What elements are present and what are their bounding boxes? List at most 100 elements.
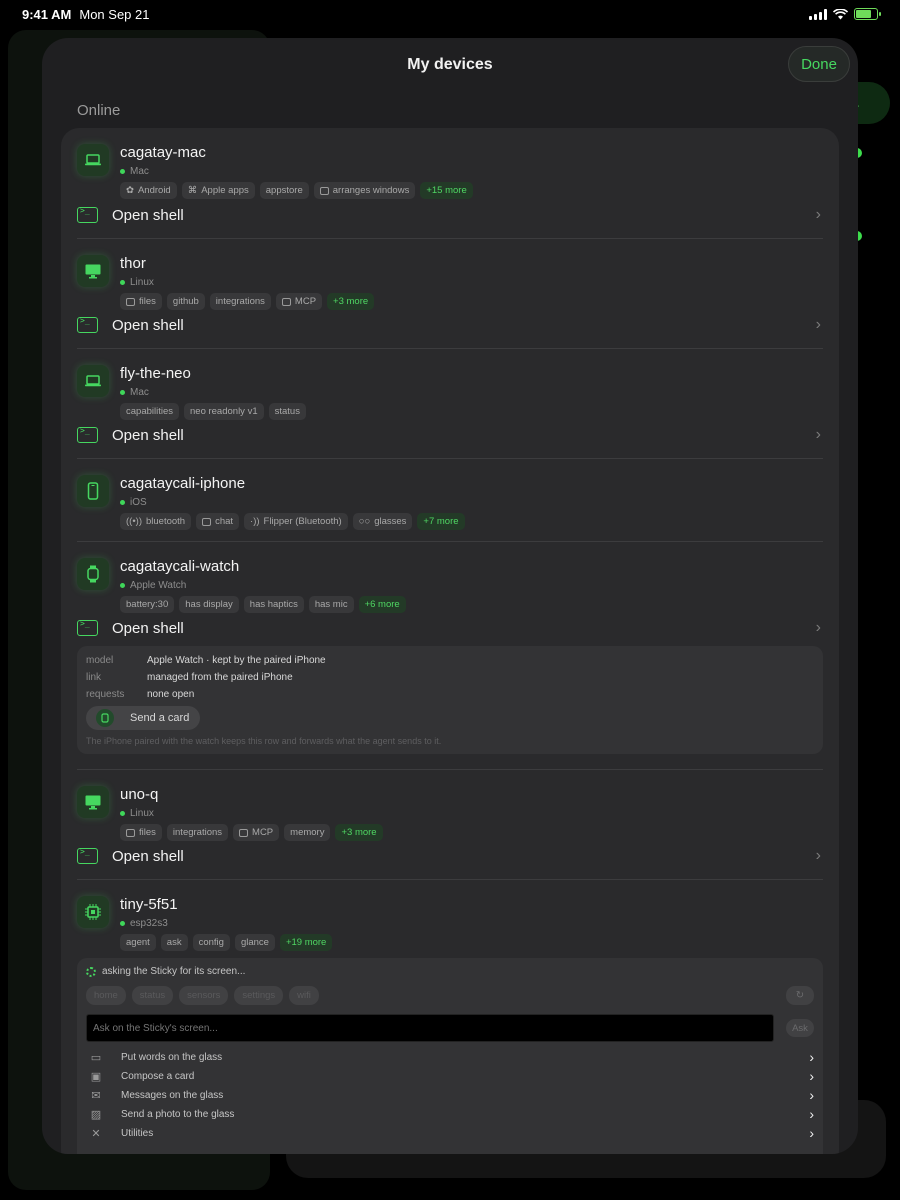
capability-tag: arranges windows xyxy=(313,182,416,199)
action-messages[interactable]: ✉ Messages on the glass › xyxy=(88,1086,814,1104)
more-tags-badge[interactable]: +3 more xyxy=(327,293,375,310)
device-platform-label: Mac xyxy=(130,166,149,177)
capability-tag: agent xyxy=(120,934,156,951)
more-tags-badge[interactable]: +3 more xyxy=(335,824,383,841)
device-platform: Mac xyxy=(120,166,149,177)
sticky-status-text: asking the Sticky for its screen... xyxy=(102,966,246,977)
device-name: cagatay-mac xyxy=(120,144,206,161)
watch-note: The iPhone paired with the watch keeps t… xyxy=(86,736,442,746)
refresh-icon: ↻ xyxy=(795,990,805,1001)
capability-tags: ((•)) bluetooth chat ·)) Flipper (Bluetoot… xyxy=(120,513,465,530)
screen-chip[interactable]: wifi xyxy=(289,986,319,1005)
tag-label: has display xyxy=(185,599,233,610)
tag-label: neo readonly v1 xyxy=(190,406,258,417)
sticky-ask-input[interactable] xyxy=(86,1014,774,1042)
open-shell-row[interactable]: Open shell › xyxy=(77,314,823,336)
tag-label: arranges windows xyxy=(332,185,410,196)
chevron-right-icon: › xyxy=(815,426,821,443)
open-shell-label: Open shell xyxy=(112,206,184,224)
screen-chip[interactable]: home xyxy=(86,986,126,1005)
refresh-button[interactable]: ↻ xyxy=(786,986,814,1005)
open-shell-row[interactable]: Open shell › xyxy=(77,424,823,446)
detail-row: requests none open xyxy=(86,689,194,700)
action-utilities[interactable]: ✕ Utilities › xyxy=(88,1124,814,1142)
action-put-words[interactable]: ▭ Put words on the glass › xyxy=(88,1048,814,1066)
tag-label: MCP xyxy=(252,827,274,838)
tag-label: chat xyxy=(215,516,234,527)
tools-icon: ✕ xyxy=(91,1127,101,1140)
sheet-title: My devices xyxy=(407,56,493,73)
online-dot xyxy=(120,169,125,174)
device-platform-label: Linux xyxy=(130,277,154,288)
tag-label: integrations xyxy=(172,827,223,838)
loading-spinner-icon xyxy=(86,966,96,977)
open-shell-row[interactable]: Open shell › xyxy=(77,845,823,867)
action-label: Put words on the glass xyxy=(121,1051,223,1063)
device-name: cagataycali-watch xyxy=(120,558,240,575)
broadcast-icon: ((•)) xyxy=(126,516,142,527)
detail-key: requests xyxy=(86,689,125,700)
capability-tags: battery:30 has display has haptics has m… xyxy=(120,596,406,613)
device-name: thor xyxy=(120,255,146,272)
screen-chip[interactable]: sensors xyxy=(179,986,229,1005)
action-compose-card[interactable]: ▣ Compose a card › xyxy=(88,1067,814,1085)
tag-label: MCP xyxy=(294,296,317,307)
folder-icon xyxy=(126,828,135,837)
detail-value: none open xyxy=(147,689,195,700)
open-shell-label: Open shell xyxy=(112,847,184,865)
tag-label: has mic xyxy=(314,599,348,610)
device-name: cagataycali-iphone xyxy=(120,475,246,492)
capability-tags: agent ask config glance +19 more xyxy=(120,934,333,951)
terminal-icon xyxy=(77,847,98,864)
more-tags-badge[interactable]: +7 more xyxy=(417,513,465,530)
chat-icon xyxy=(202,517,212,526)
capability-tag: github xyxy=(166,293,205,310)
send-card-button[interactable]: Send a card xyxy=(86,706,200,730)
open-shell-row[interactable]: Open shell › xyxy=(77,204,823,226)
watch-details-panel: model Apple Watch · kept by the paired iP… xyxy=(77,646,823,754)
tag-label: capabilities xyxy=(126,406,173,417)
wifi-icon xyxy=(833,8,848,19)
device-name: uno-q xyxy=(120,786,159,803)
device-platform-label: iOS xyxy=(130,497,147,508)
tag-label: appstore xyxy=(265,185,303,196)
chevron-right-icon: › xyxy=(815,619,821,636)
watch-icon xyxy=(77,558,109,590)
open-shell-label: Open shell xyxy=(112,426,184,444)
capability-tag: status xyxy=(268,403,306,420)
capability-tag: integrations xyxy=(209,293,271,310)
sheet-header: My devices Done xyxy=(42,38,858,94)
more-tags-badge[interactable]: +15 more xyxy=(420,182,473,199)
section-label-online: Online xyxy=(77,102,121,119)
device-name: tiny-5f51 xyxy=(120,896,178,913)
capability-tag: ✿ Android xyxy=(120,182,177,199)
screen-chip[interactable]: settings xyxy=(234,986,284,1005)
command-icon: ⌘ xyxy=(187,185,198,196)
ask-button[interactable]: Ask xyxy=(786,1019,814,1037)
screen-chip[interactable]: status xyxy=(131,986,174,1005)
done-button[interactable]: Done xyxy=(788,46,850,82)
action-label: Compose a card xyxy=(121,1070,195,1082)
capability-tag: MCP xyxy=(275,293,323,310)
capability-tag: ((•)) bluetooth xyxy=(120,513,192,530)
online-dot xyxy=(120,280,125,285)
open-shell-row[interactable]: Open shell › xyxy=(77,617,823,639)
capability-tag: memory xyxy=(284,824,331,841)
divider xyxy=(77,769,823,770)
phone-icon xyxy=(77,475,109,507)
tag-label: Android xyxy=(137,185,171,196)
more-tags-badge[interactable]: +6 more xyxy=(358,596,406,613)
capability-tag: ask xyxy=(160,934,188,951)
more-tags-badge[interactable]: +19 more xyxy=(279,934,333,951)
tag-label: agent xyxy=(126,937,150,948)
detail-key: model xyxy=(86,655,114,666)
action-label: Messages on the glass xyxy=(121,1089,224,1101)
open-shell-label: Open shell xyxy=(112,316,184,334)
android-icon: ✿ xyxy=(126,185,134,196)
action-send-photo[interactable]: ▨ Send a photo to the glass › xyxy=(88,1105,814,1123)
tag-label: Apple apps xyxy=(201,185,249,196)
devices-list: cagatay-mac Mac ✿ Android ⌘ Apple apps app… xyxy=(61,128,839,1154)
tag-label: files xyxy=(139,827,156,838)
tag-label: files xyxy=(139,296,156,307)
device-platform-label: Linux xyxy=(130,808,154,819)
